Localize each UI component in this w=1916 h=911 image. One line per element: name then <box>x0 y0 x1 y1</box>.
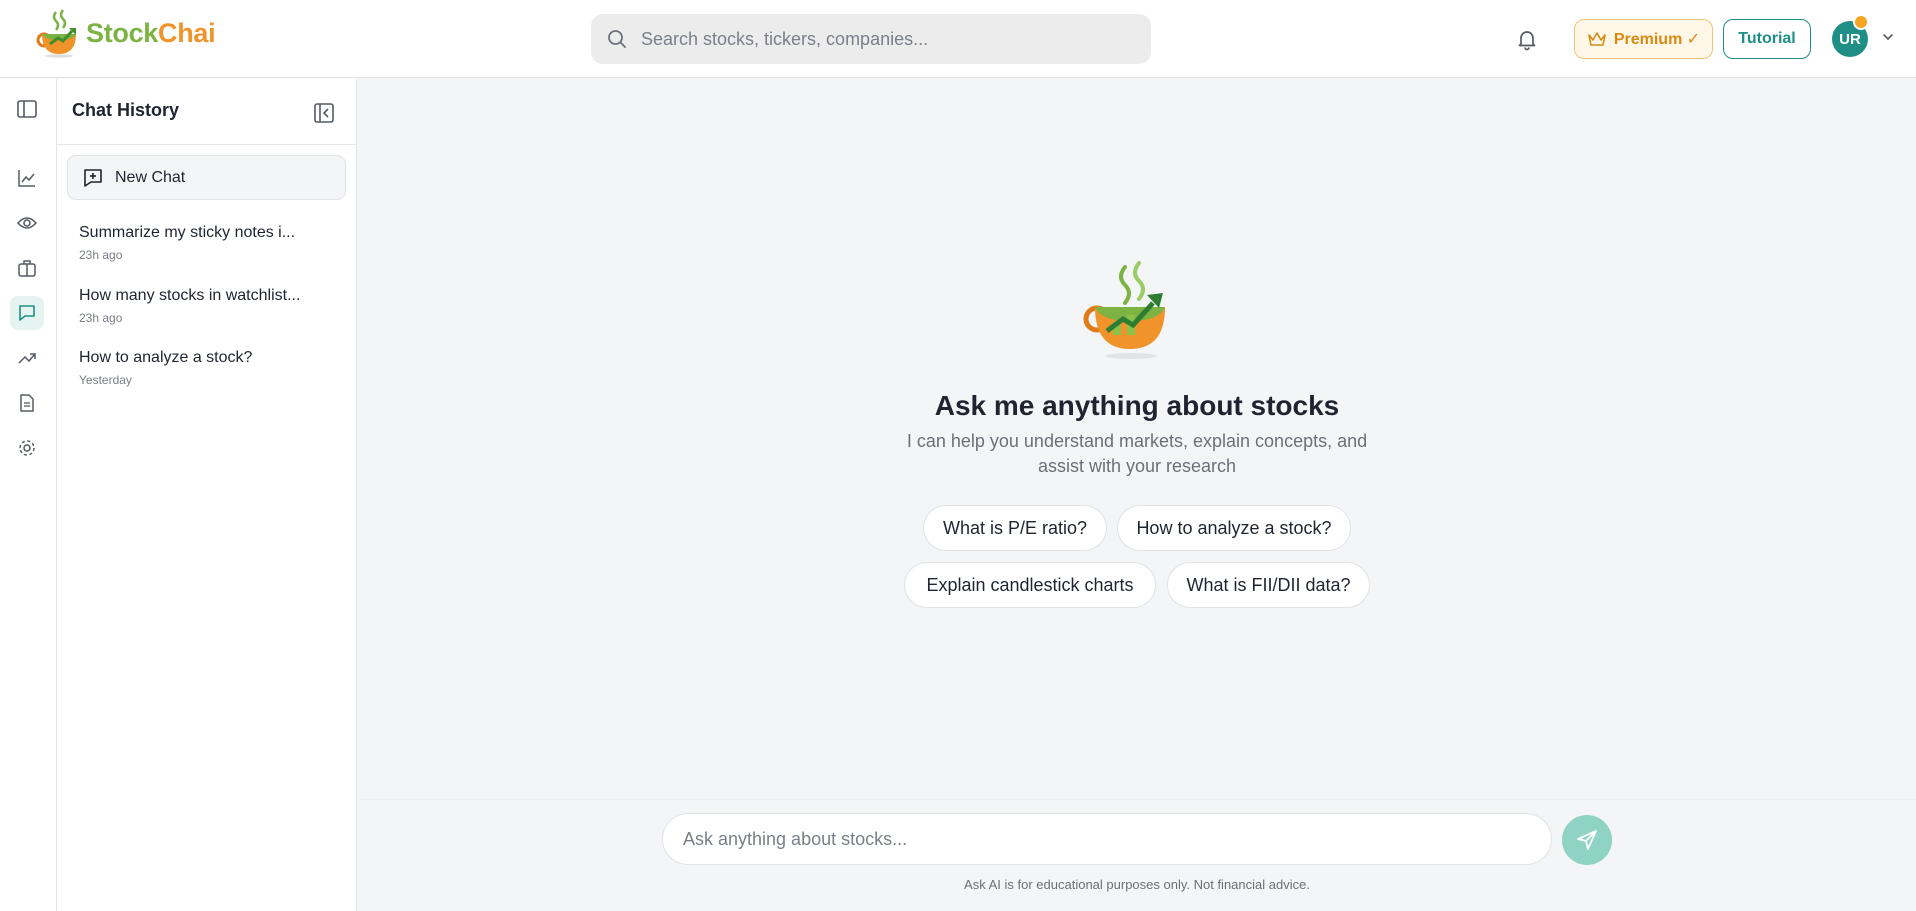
chat-history-item-title: Summarize my sticky notes i... <box>79 224 296 241</box>
chat-history-item-time: 23h ago <box>79 311 123 325</box>
send-button[interactable] <box>1562 815 1612 865</box>
ask-ai-input[interactable] <box>662 813 1552 865</box>
chat-history-item[interactable]: How to analyze a stock? Yesterday <box>79 349 339 387</box>
logo-text-stock: Stock <box>86 17 159 48</box>
ask-ai-heading: Ask me anything about stocks <box>934 390 1340 421</box>
chat-history-item-title: How many stocks in watchlist... <box>79 287 301 304</box>
chat-history-item-title: How to analyze a stock? <box>79 349 253 366</box>
trending-up-icon <box>18 353 36 364</box>
teacup-logo-icon <box>36 9 76 58</box>
suggestion-chip[interactable]: What is P/E ratio? <box>923 505 1107 551</box>
chat-history-item-time: Yesterday <box>79 373 132 387</box>
new-chat-icon <box>84 168 102 187</box>
briefcase-icon <box>18 260 36 277</box>
nav-notes[interactable] <box>10 386 44 420</box>
chat-history-title: Chat History <box>72 100 180 120</box>
panel-icon <box>17 100 37 118</box>
document-icon <box>20 394 34 412</box>
top-header: StockChai Premium ✓ Tutorial UR <box>0 0 1916 78</box>
stockchai-hero-logo-icon <box>1083 261 1165 359</box>
search-icon <box>608 30 626 48</box>
logo-text-chai: Chai <box>158 17 216 48</box>
new-chat-button[interactable]: New Chat <box>67 155 346 200</box>
stockchai-logo[interactable]: StockChai <box>36 8 216 58</box>
chat-history-item[interactable]: Summarize my sticky notes i... 23h ago <box>79 224 339 262</box>
chart-line-icon <box>18 170 35 187</box>
send-icon <box>1577 830 1597 850</box>
nav-ask-ai[interactable] <box>10 296 44 330</box>
chat-history-header: Chat History <box>57 79 356 145</box>
suggestion-chip[interactable]: How to analyze a stock? <box>1117 505 1351 551</box>
chat-history-item[interactable]: How many stocks in watchlist... 23h ago <box>79 287 339 325</box>
sidebar-toggle-icon[interactable] <box>10 92 44 126</box>
nav-watchlist[interactable] <box>10 206 44 240</box>
premium-button[interactable]: Premium ✓ <box>1574 19 1713 59</box>
ask-ai-subheading: I can help you understand markets, expla… <box>906 431 1368 476</box>
icon-rail <box>0 79 57 911</box>
search-input[interactable] <box>641 28 1121 50</box>
gear-icon <box>19 440 35 456</box>
nav-markets[interactable] <box>10 161 44 195</box>
tutorial-button[interactable]: Tutorial <box>1723 19 1811 59</box>
chat-main-area: Ask me anything about stocks I can help … <box>358 79 1916 911</box>
premium-badge-icon <box>1853 14 1869 30</box>
collapse-panel-icon[interactable] <box>313 102 335 124</box>
global-search-bar[interactable] <box>591 14 1151 64</box>
new-chat-label: New Chat <box>115 168 186 186</box>
nav-trending[interactable] <box>10 341 44 375</box>
chevron-down-icon[interactable] <box>1881 30 1895 44</box>
eye-icon <box>17 217 37 229</box>
chat-history-item-time: 23h ago <box>79 248 123 262</box>
logo-text: StockChai <box>86 17 216 49</box>
premium-label: Premium ✓ <box>1613 31 1701 48</box>
chat-icon <box>19 305 35 321</box>
notification-bell-icon[interactable] <box>1515 27 1539 51</box>
chat-history-panel: Chat History New Chat Summarize my stick… <box>57 79 357 911</box>
crown-icon <box>1588 32 1606 46</box>
suggestion-chip[interactable]: What is FII/DII data? <box>1167 562 1370 608</box>
nav-portfolio[interactable] <box>10 251 44 285</box>
suggestion-chip[interactable]: Explain candlestick charts <box>904 562 1156 608</box>
disclaimer-text: Ask AI is for educational purposes only.… <box>964 877 1310 892</box>
nav-settings[interactable] <box>10 431 44 465</box>
